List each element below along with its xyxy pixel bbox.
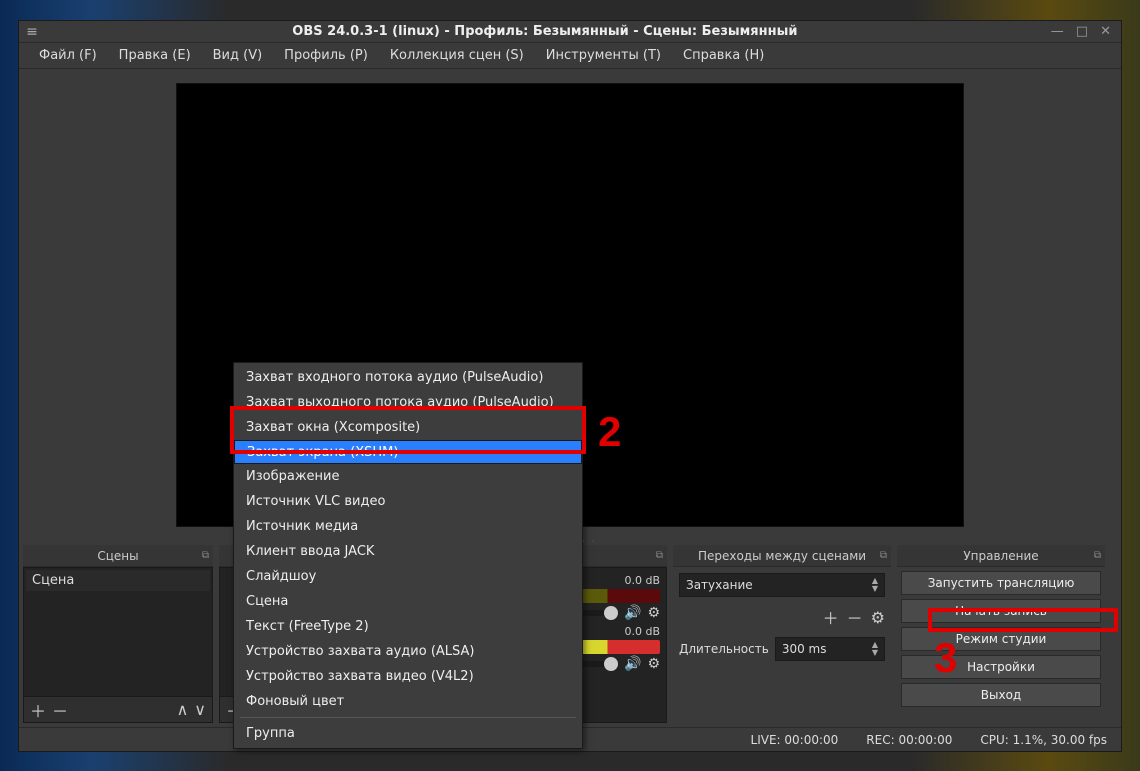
scenes-dock: Сцены ⧉ Сцена ＋ － ∧ ∨ xyxy=(23,545,213,723)
menu-edit[interactable]: Правка (E) xyxy=(109,44,201,67)
ctx-item-color-source[interactable]: Фоновый цвет xyxy=(234,689,582,714)
move-up-icon[interactable]: ∧ xyxy=(177,700,189,719)
transitions-body: Затухание ▲▼ ＋ － ⚙ Длительность 300 ms ▲… xyxy=(673,567,891,723)
ctx-item-media-source[interactable]: Источник медиа xyxy=(234,514,582,539)
menu-profile[interactable]: Профиль (P) xyxy=(274,44,378,67)
gear-icon[interactable]: ⚙ xyxy=(647,656,660,672)
ctx-item-audio-input-pulse[interactable]: Захват входного потока аудио (PulseAudio… xyxy=(234,365,582,390)
ctx-item-slideshow[interactable]: Слайдшоу xyxy=(234,564,582,589)
add-icon[interactable]: ＋ xyxy=(30,698,46,722)
scenes-list[interactable]: Сцена xyxy=(23,567,213,697)
app-menu-icon[interactable]: ≡ xyxy=(19,25,39,39)
ctx-item-image[interactable]: Изображение xyxy=(234,464,582,489)
scene-item[interactable]: Сцена xyxy=(26,570,210,591)
menu-help[interactable]: Справка (H) xyxy=(673,44,774,67)
scenes-header: Сцены ⧉ xyxy=(23,545,213,567)
controls-header: Управление ⧉ xyxy=(897,545,1105,567)
channel-db: 0.0 dB xyxy=(624,625,660,638)
popout-icon[interactable]: ⧉ xyxy=(880,550,887,561)
menu-file[interactable]: Файл (F) xyxy=(29,44,107,67)
exit-button[interactable]: Выход xyxy=(901,683,1101,707)
status-live: LIVE: 00:00:00 xyxy=(751,733,839,747)
popout-icon[interactable]: ⧉ xyxy=(202,550,209,561)
chevron-updown-icon: ▲▼ xyxy=(868,576,882,594)
menu-view[interactable]: Вид (V) xyxy=(203,44,273,67)
ctx-item-screen-capture[interactable]: Захват экрана (XSHM) xyxy=(234,440,582,464)
scenes-tools: ＋ － ∧ ∨ xyxy=(23,697,213,723)
titlebar: ≡ OBS 24.0.3-1 (linux) - Профиль: Безымя… xyxy=(19,21,1121,43)
ctx-item-group[interactable]: Группа xyxy=(234,721,582,746)
menu-tools[interactable]: Инструменты (T) xyxy=(536,44,671,67)
menubar: Файл (F) Правка (E) Вид (V) Профиль (P) … xyxy=(19,43,1121,69)
remove-icon[interactable]: － xyxy=(52,698,68,722)
studio-mode-button[interactable]: Режим студии xyxy=(901,627,1101,651)
controls-body: Запустить трансляцию Начать запись Режим… xyxy=(897,567,1105,723)
ctx-item-text-freetype[interactable]: Текст (FreeType 2) xyxy=(234,614,582,639)
duration-input[interactable]: 300 ms ▲▼ xyxy=(775,637,885,661)
ctx-item-audio-capture-alsa[interactable]: Устройство захвата аудио (ALSA) xyxy=(234,639,582,664)
maximize-icon[interactable]: □ xyxy=(1076,24,1088,39)
transition-selected: Затухание xyxy=(686,578,753,592)
window-title: OBS 24.0.3-1 (linux) - Профиль: Безымянн… xyxy=(39,24,1051,39)
minimize-icon[interactable]: — xyxy=(1051,24,1064,39)
transition-select[interactable]: Затухание ▲▼ xyxy=(679,573,885,597)
start-streaming-button[interactable]: Запустить трансляцию xyxy=(901,571,1101,595)
controls-dock: Управление ⧉ Запустить трансляцию Начать… xyxy=(897,545,1105,723)
gear-icon[interactable]: ⚙ xyxy=(647,605,660,621)
status-rec: REC: 00:00:00 xyxy=(866,733,952,747)
transitions-header: Переходы между сценами ⧉ xyxy=(673,545,891,567)
ctx-item-video-capture-v4l2[interactable]: Устройство захвата видео (V4L2) xyxy=(234,664,582,689)
ctx-item-window-capture[interactable]: Захват окна (Xcomposite) xyxy=(234,415,582,440)
popout-icon[interactable]: ⧉ xyxy=(1094,550,1101,561)
status-cpu: CPU: 1.1%, 30.00 fps xyxy=(980,733,1107,747)
duration-value: 300 ms xyxy=(782,642,827,656)
popout-icon[interactable]: ⧉ xyxy=(656,550,663,561)
speaker-icon[interactable]: 🔊 xyxy=(624,656,641,672)
move-down-icon[interactable]: ∨ xyxy=(194,700,206,719)
add-source-context-menu: Захват входного потока аудио (PulseAudio… xyxy=(233,362,583,749)
duration-label: Длительность xyxy=(679,642,769,656)
channel-db: 0.0 dB xyxy=(624,574,660,587)
settings-button[interactable]: Настройки xyxy=(901,655,1101,679)
ctx-item-audio-output-pulse[interactable]: Захват выходного потока аудио (PulseAudi… xyxy=(234,390,582,415)
ctx-item-vlc-source[interactable]: Источник VLC видео xyxy=(234,489,582,514)
speaker-icon[interactable]: 🔊 xyxy=(624,605,641,621)
menu-scene-collection[interactable]: Коллекция сцен (S) xyxy=(380,44,534,67)
start-recording-button[interactable]: Начать запись xyxy=(901,599,1101,623)
gear-icon[interactable]: ⚙ xyxy=(871,608,885,627)
remove-icon[interactable]: － xyxy=(847,605,863,629)
scenes-title: Сцены xyxy=(97,549,138,563)
ctx-item-scene[interactable]: Сцена xyxy=(234,589,582,614)
ctx-separator xyxy=(240,717,576,718)
controls-title: Управление xyxy=(963,549,1038,563)
transitions-title: Переходы между сценами xyxy=(698,549,866,563)
stepper-icon[interactable]: ▲▼ xyxy=(868,640,882,658)
add-icon[interactable]: ＋ xyxy=(823,605,839,629)
close-icon[interactable]: ✕ xyxy=(1100,24,1111,39)
ctx-item-jack-client[interactable]: Клиент ввода JACK xyxy=(234,539,582,564)
transitions-dock: Переходы между сценами ⧉ Затухание ▲▼ ＋ … xyxy=(673,545,891,723)
